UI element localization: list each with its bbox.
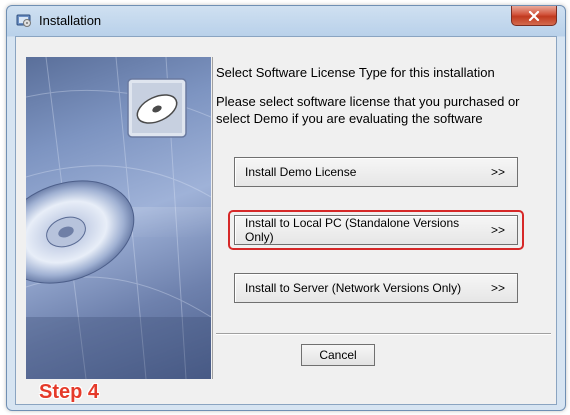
arrow-glyph: >>	[490, 281, 505, 295]
installation-dialog: Installation Select Software License Typ…	[6, 5, 566, 411]
close-button[interactable]	[511, 6, 557, 26]
arrow-glyph: >>	[490, 223, 505, 237]
dialog-body: Select Software License Type for this in…	[15, 36, 557, 405]
horizontal-divider	[216, 333, 551, 334]
title-bar[interactable]: Installation	[7, 6, 565, 34]
instruction-text: Please select software license that you …	[216, 94, 520, 126]
arrow-glyph: >>	[490, 165, 505, 179]
button-label: Install to Server (Network Versions Only…	[245, 281, 462, 295]
install-local-pc-button[interactable]: Install to Local PC (Standalone Versions…	[234, 215, 518, 245]
cancel-button[interactable]: Cancel	[301, 344, 375, 366]
cd-disc-icon	[127, 78, 187, 138]
banner-image	[26, 57, 211, 379]
install-server-button[interactable]: Install to Server (Network Versions Only…	[234, 273, 518, 303]
button-label: Install to Local PC (Standalone Versions…	[245, 216, 460, 244]
step-annotation: Step 4	[39, 381, 100, 403]
button-label: Install Demo License	[245, 165, 357, 179]
installer-icon	[16, 12, 32, 28]
page-heading: Select Software License Type for this in…	[216, 65, 495, 80]
close-icon	[528, 10, 540, 21]
vertical-divider	[212, 57, 213, 379]
window-title: Installation	[39, 13, 102, 28]
install-demo-license-button[interactable]: Install Demo License >>	[234, 157, 518, 187]
